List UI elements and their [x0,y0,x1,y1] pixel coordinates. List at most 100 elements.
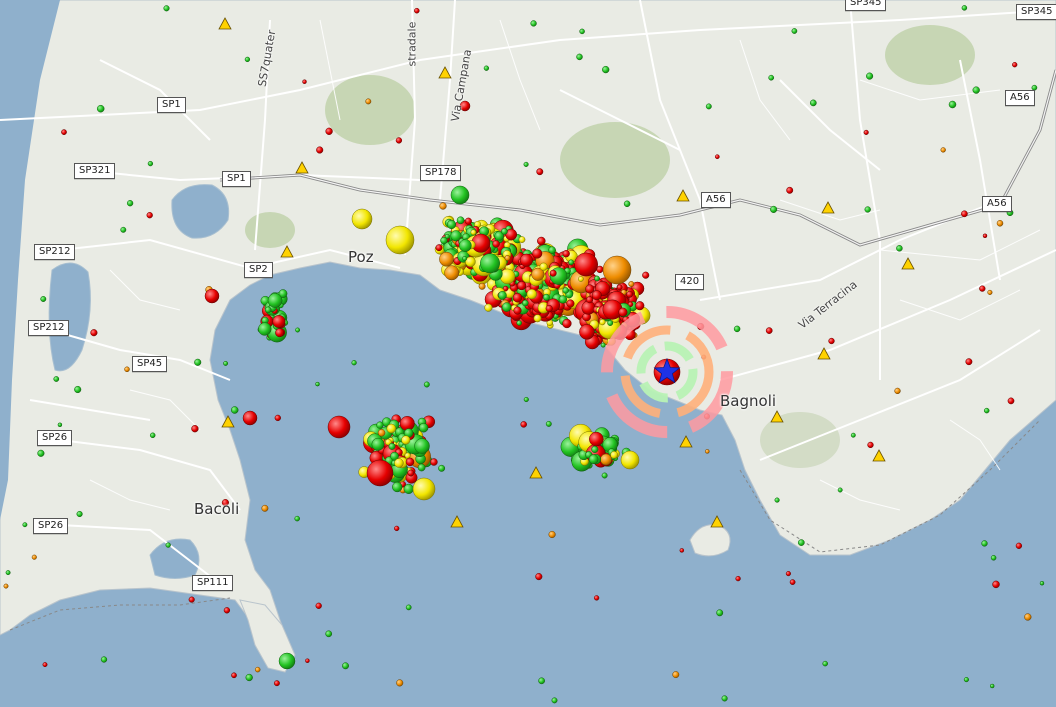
quake-event-marker [588,454,599,465]
quake-event-marker [513,306,522,315]
road-label-sp212-b: SP212 [28,320,70,336]
quake-event-marker [562,250,570,258]
quake-event-marker [791,28,798,34]
quake-event-marker [770,205,778,213]
quake-event-marker [628,281,635,287]
quake-event-marker [822,660,828,667]
quake-event-marker [188,596,195,603]
quake-event-marker [242,410,258,426]
quake-event-marker [31,554,37,560]
quake-event-marker [396,679,404,687]
road-label-sp26-b: SP26 [33,518,69,534]
quake-event-marker [100,656,108,663]
quake-event-marker [545,304,553,313]
quake-event-marker [566,299,575,308]
quake-event-marker [37,449,45,457]
quake-event-marker [626,290,634,298]
quake-event-marker [981,540,988,547]
road-label-sp212-a: SP212 [34,244,76,260]
quake-event-marker [394,458,404,468]
quake-event-marker [245,673,253,682]
quake-event-marker [305,658,310,663]
quake-event-marker [537,236,546,246]
quake-event-marker [1012,62,1018,68]
quake-event-marker [589,431,604,447]
quake-event-marker [586,296,594,304]
quake-event-marker [983,407,990,414]
quake-event-marker [562,318,572,329]
quake-event-marker [948,100,957,109]
map-view[interactable]: SP1 SP1 SP321 SP212 SP212 SP2 SP45 SP26 SP26 SP11… [0,0,1056,707]
quake-event-marker [972,86,980,94]
quake-event-marker [518,236,526,243]
quake-event-marker [593,595,600,601]
quake-event-marker [480,253,500,274]
quake-event-marker [1007,397,1015,405]
quake-event-marker [440,236,448,245]
quake-event-marker [414,438,430,454]
quake-event-marker [261,504,269,512]
quake-event-marker [273,680,280,687]
road-label-sp345-b: SP345 [1016,4,1056,20]
quake-event-marker [516,320,522,326]
quake-event-marker [501,228,508,235]
quake-event-marker [532,248,543,259]
quake-event-marker [523,396,529,403]
road-label-road-420: 420 [675,274,705,290]
quake-event-marker [258,322,272,336]
quake-event-marker [146,212,153,219]
quake-event-marker [562,287,569,294]
quake-event-marker [42,662,48,668]
quake-event-marker [96,104,105,113]
road-label-a56-c: A56 [1005,90,1035,106]
road-label-sp45: SP45 [132,356,168,372]
quake-event-marker [558,295,568,304]
quake-event-marker [519,253,533,267]
quake-event-marker [551,697,558,704]
quake-event-marker [733,325,741,333]
quake-event-marker [591,290,602,301]
quake-event-marker [294,515,300,522]
quake-event-marker [499,268,516,285]
quake-event-marker [478,282,486,290]
road-label-a56-a: A56 [701,192,731,208]
quake-event-marker [996,220,1004,227]
quake-event-marker [765,327,773,334]
quake-event-marker [376,421,384,429]
quake-event-marker [987,289,993,295]
quake-event-marker [444,265,460,281]
quake-event-marker [399,416,415,431]
quake-event-marker [295,327,301,333]
quake-event-marker [149,432,156,439]
crater-north [885,25,975,85]
quake-event-marker [223,607,231,614]
quake-event-marker [275,328,285,338]
quake-event-marker [484,303,493,312]
quake-event-marker [979,285,986,292]
quake-event-marker [430,458,438,466]
quake-event-marker [602,65,610,74]
quake-event-marker [867,441,874,449]
quake-event-marker [423,381,430,388]
quake-event-marker [965,358,973,366]
quake-event-marker [864,206,871,213]
quake-event-marker [512,292,523,303]
quake-event-marker [786,186,794,194]
quake-event-marker [536,168,544,176]
road-label-sp1-north: SP1 [157,97,186,113]
quake-event-marker [501,302,512,312]
quake-event-marker [522,299,529,307]
quake-event-marker [894,387,901,395]
quake-event-marker [412,477,436,501]
quake-event-marker [600,453,612,466]
quake-event-marker [492,240,500,248]
quake-event-marker [538,677,545,685]
quake-event-marker [316,146,324,154]
quake-event-marker [602,255,632,285]
quake-event-marker [394,525,400,532]
quake-event-marker [435,244,443,252]
quake-event-marker [223,360,229,366]
quake-event-marker [191,425,199,433]
quake-event-marker [549,269,557,277]
quake-event-marker [989,683,995,689]
